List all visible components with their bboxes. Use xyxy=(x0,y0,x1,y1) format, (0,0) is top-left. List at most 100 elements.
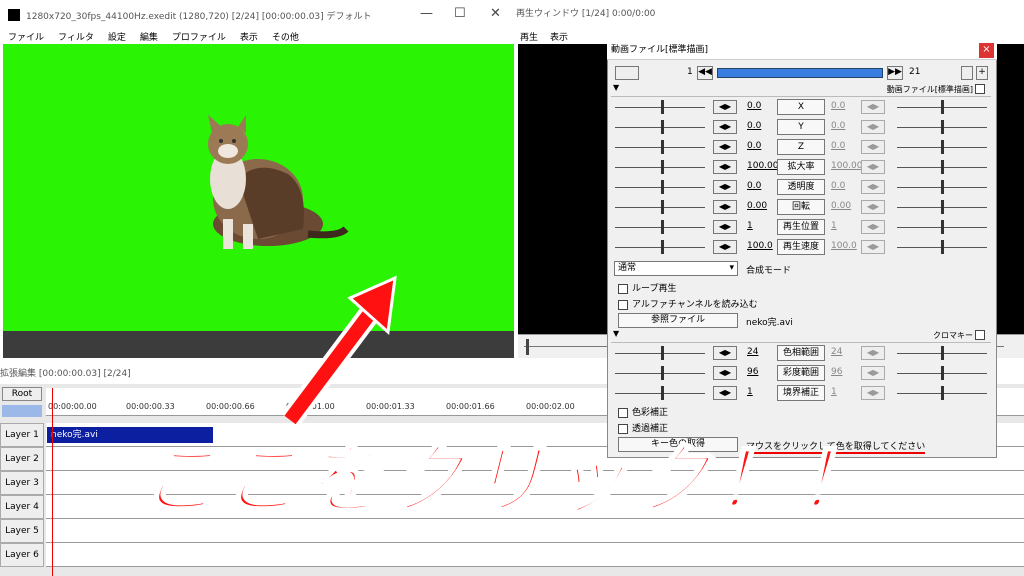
minimize-icon[interactable]: — xyxy=(420,6,433,21)
timeline-zoom-bar[interactable] xyxy=(2,405,42,417)
step-buttons[interactable]: ◀▶ xyxy=(713,220,737,234)
slider-track[interactable] xyxy=(615,353,705,354)
slider-thumb[interactable] xyxy=(661,366,664,380)
param-button[interactable]: 境界補正 xyxy=(777,385,825,401)
step-buttons[interactable]: ◀▶ xyxy=(713,346,737,360)
slider-thumb[interactable] xyxy=(661,346,664,360)
param-value[interactable]: 24 xyxy=(747,347,758,357)
layer-2-label[interactable]: Layer 2 xyxy=(0,447,44,471)
slider-track[interactable] xyxy=(615,227,705,228)
slider-thumb-end[interactable] xyxy=(941,160,944,174)
slider-track[interactable] xyxy=(615,373,705,374)
dialog-close-icon[interactable]: × xyxy=(979,43,994,58)
param-value[interactable]: 0.0 xyxy=(747,101,761,111)
menu-view[interactable]: 表示 xyxy=(240,30,258,43)
prev-frame-icon[interactable]: ◀◀ xyxy=(697,66,713,80)
layer-6-track[interactable] xyxy=(46,543,1024,567)
param-button[interactable]: 回転 xyxy=(777,199,825,215)
play-seek-thumb[interactable] xyxy=(526,339,529,355)
close-icon[interactable]: ✕ xyxy=(490,6,501,21)
collapse-icon[interactable]: ▼ xyxy=(613,83,619,92)
slider-thumb-end[interactable] xyxy=(941,366,944,380)
slider-track[interactable] xyxy=(615,187,705,188)
slider-thumb-end[interactable] xyxy=(941,386,944,400)
slider-track[interactable] xyxy=(615,207,705,208)
step-buttons[interactable]: ◀▶ xyxy=(713,100,737,114)
menu-settings[interactable]: 設定 xyxy=(108,30,126,43)
param-value[interactable]: 100.00 xyxy=(747,161,779,171)
slider-track[interactable] xyxy=(615,147,705,148)
layer-4-label[interactable]: Layer 4 xyxy=(0,495,44,519)
add-filter-icon[interactable]: + xyxy=(976,66,988,80)
slider-thumb-end[interactable] xyxy=(941,140,944,154)
frame-range-bar[interactable] xyxy=(717,68,883,78)
step-buttons[interactable]: ◀▶ xyxy=(713,240,737,254)
slider-thumb-end[interactable] xyxy=(941,120,944,134)
param-button[interactable]: 再生位置 xyxy=(777,219,825,235)
param-button[interactable]: 拡大率 xyxy=(777,159,825,175)
maximize-icon[interactable]: ☐ xyxy=(454,6,466,21)
slider-thumb[interactable] xyxy=(661,240,664,254)
slider-thumb[interactable] xyxy=(661,220,664,234)
param-value[interactable]: 96 xyxy=(747,367,758,377)
layer-3-label[interactable]: Layer 3 xyxy=(0,471,44,495)
step-buttons[interactable]: ◀▶ xyxy=(713,180,737,194)
menu-play[interactable]: 再生 xyxy=(520,30,538,43)
param-button[interactable]: Y xyxy=(777,119,825,135)
reference-file-button[interactable]: 参照ファイル xyxy=(618,313,738,328)
step-buttons[interactable]: ◀▶ xyxy=(713,366,737,380)
undo-icon[interactable] xyxy=(961,66,973,80)
collapse-icon[interactable]: ▼ xyxy=(613,329,619,338)
section-chroma-checkbox[interactable] xyxy=(975,330,985,340)
slider-track[interactable] xyxy=(615,167,705,168)
slider-track[interactable] xyxy=(615,127,705,128)
alpha-checkbox[interactable]: アルファチャンネルを読み込む xyxy=(618,297,758,310)
slider-track[interactable] xyxy=(615,107,705,108)
slider-thumb-end[interactable] xyxy=(941,200,944,214)
step-buttons[interactable]: ◀▶ xyxy=(713,120,737,134)
param-value[interactable]: 0.0 xyxy=(747,121,761,131)
slider-thumb[interactable] xyxy=(661,160,664,174)
menu-filter[interactable]: フィルタ xyxy=(58,30,94,43)
menu-edit[interactable]: 編集 xyxy=(140,30,158,43)
param-value[interactable]: 0.0 xyxy=(747,141,761,151)
step-buttons[interactable]: ◀▶ xyxy=(713,386,737,400)
layer-5-label[interactable]: Layer 5 xyxy=(0,519,44,543)
menu-profile[interactable]: プロファイル xyxy=(172,30,226,43)
blend-mode-select[interactable]: 通常 ▾ xyxy=(614,261,738,276)
slider-track[interactable] xyxy=(615,393,705,394)
param-value[interactable]: 100.0 xyxy=(747,241,773,251)
slider-thumb[interactable] xyxy=(661,140,664,154)
param-button[interactable]: 再生速度 xyxy=(777,239,825,255)
param-button[interactable]: 色相範囲 xyxy=(777,345,825,361)
step-buttons[interactable]: ◀▶ xyxy=(713,200,737,214)
param-value[interactable]: 1 xyxy=(747,387,753,397)
slider-thumb-end[interactable] xyxy=(941,346,944,360)
slider-thumb[interactable] xyxy=(661,120,664,134)
slider-thumb-end[interactable] xyxy=(941,220,944,234)
slider-thumb[interactable] xyxy=(661,386,664,400)
layer-6-label[interactable]: Layer 6 xyxy=(0,543,44,567)
menu-play-view[interactable]: 表示 xyxy=(550,30,568,43)
layer-1-label[interactable]: Layer 1 xyxy=(0,423,44,447)
param-button[interactable]: 透明度 xyxy=(777,179,825,195)
section-video-checkbox[interactable] xyxy=(975,84,985,94)
loop-checkbox[interactable]: ループ再生 xyxy=(618,281,676,294)
menu-file[interactable]: ファイル xyxy=(8,30,44,43)
slider-thumb-end[interactable] xyxy=(941,180,944,194)
param-button[interactable]: 彩度範囲 xyxy=(777,365,825,381)
param-value[interactable]: 0.0 xyxy=(747,181,761,191)
slider-thumb[interactable] xyxy=(661,180,664,194)
param-value[interactable]: 0.00 xyxy=(747,201,767,211)
preview-canvas[interactable] xyxy=(3,44,514,331)
param-button[interactable]: X xyxy=(777,99,825,115)
slider-thumb[interactable] xyxy=(661,100,664,114)
object-icons[interactable] xyxy=(615,66,639,80)
param-button[interactable]: Z xyxy=(777,139,825,155)
timeline-cursor[interactable] xyxy=(52,388,53,576)
step-buttons[interactable]: ◀▶ xyxy=(713,160,737,174)
slider-thumb[interactable] xyxy=(661,200,664,214)
menu-other[interactable]: その他 xyxy=(272,30,299,43)
color-correct-checkbox[interactable]: 色彩補正 xyxy=(618,405,668,418)
slider-thumb-end[interactable] xyxy=(941,100,944,114)
